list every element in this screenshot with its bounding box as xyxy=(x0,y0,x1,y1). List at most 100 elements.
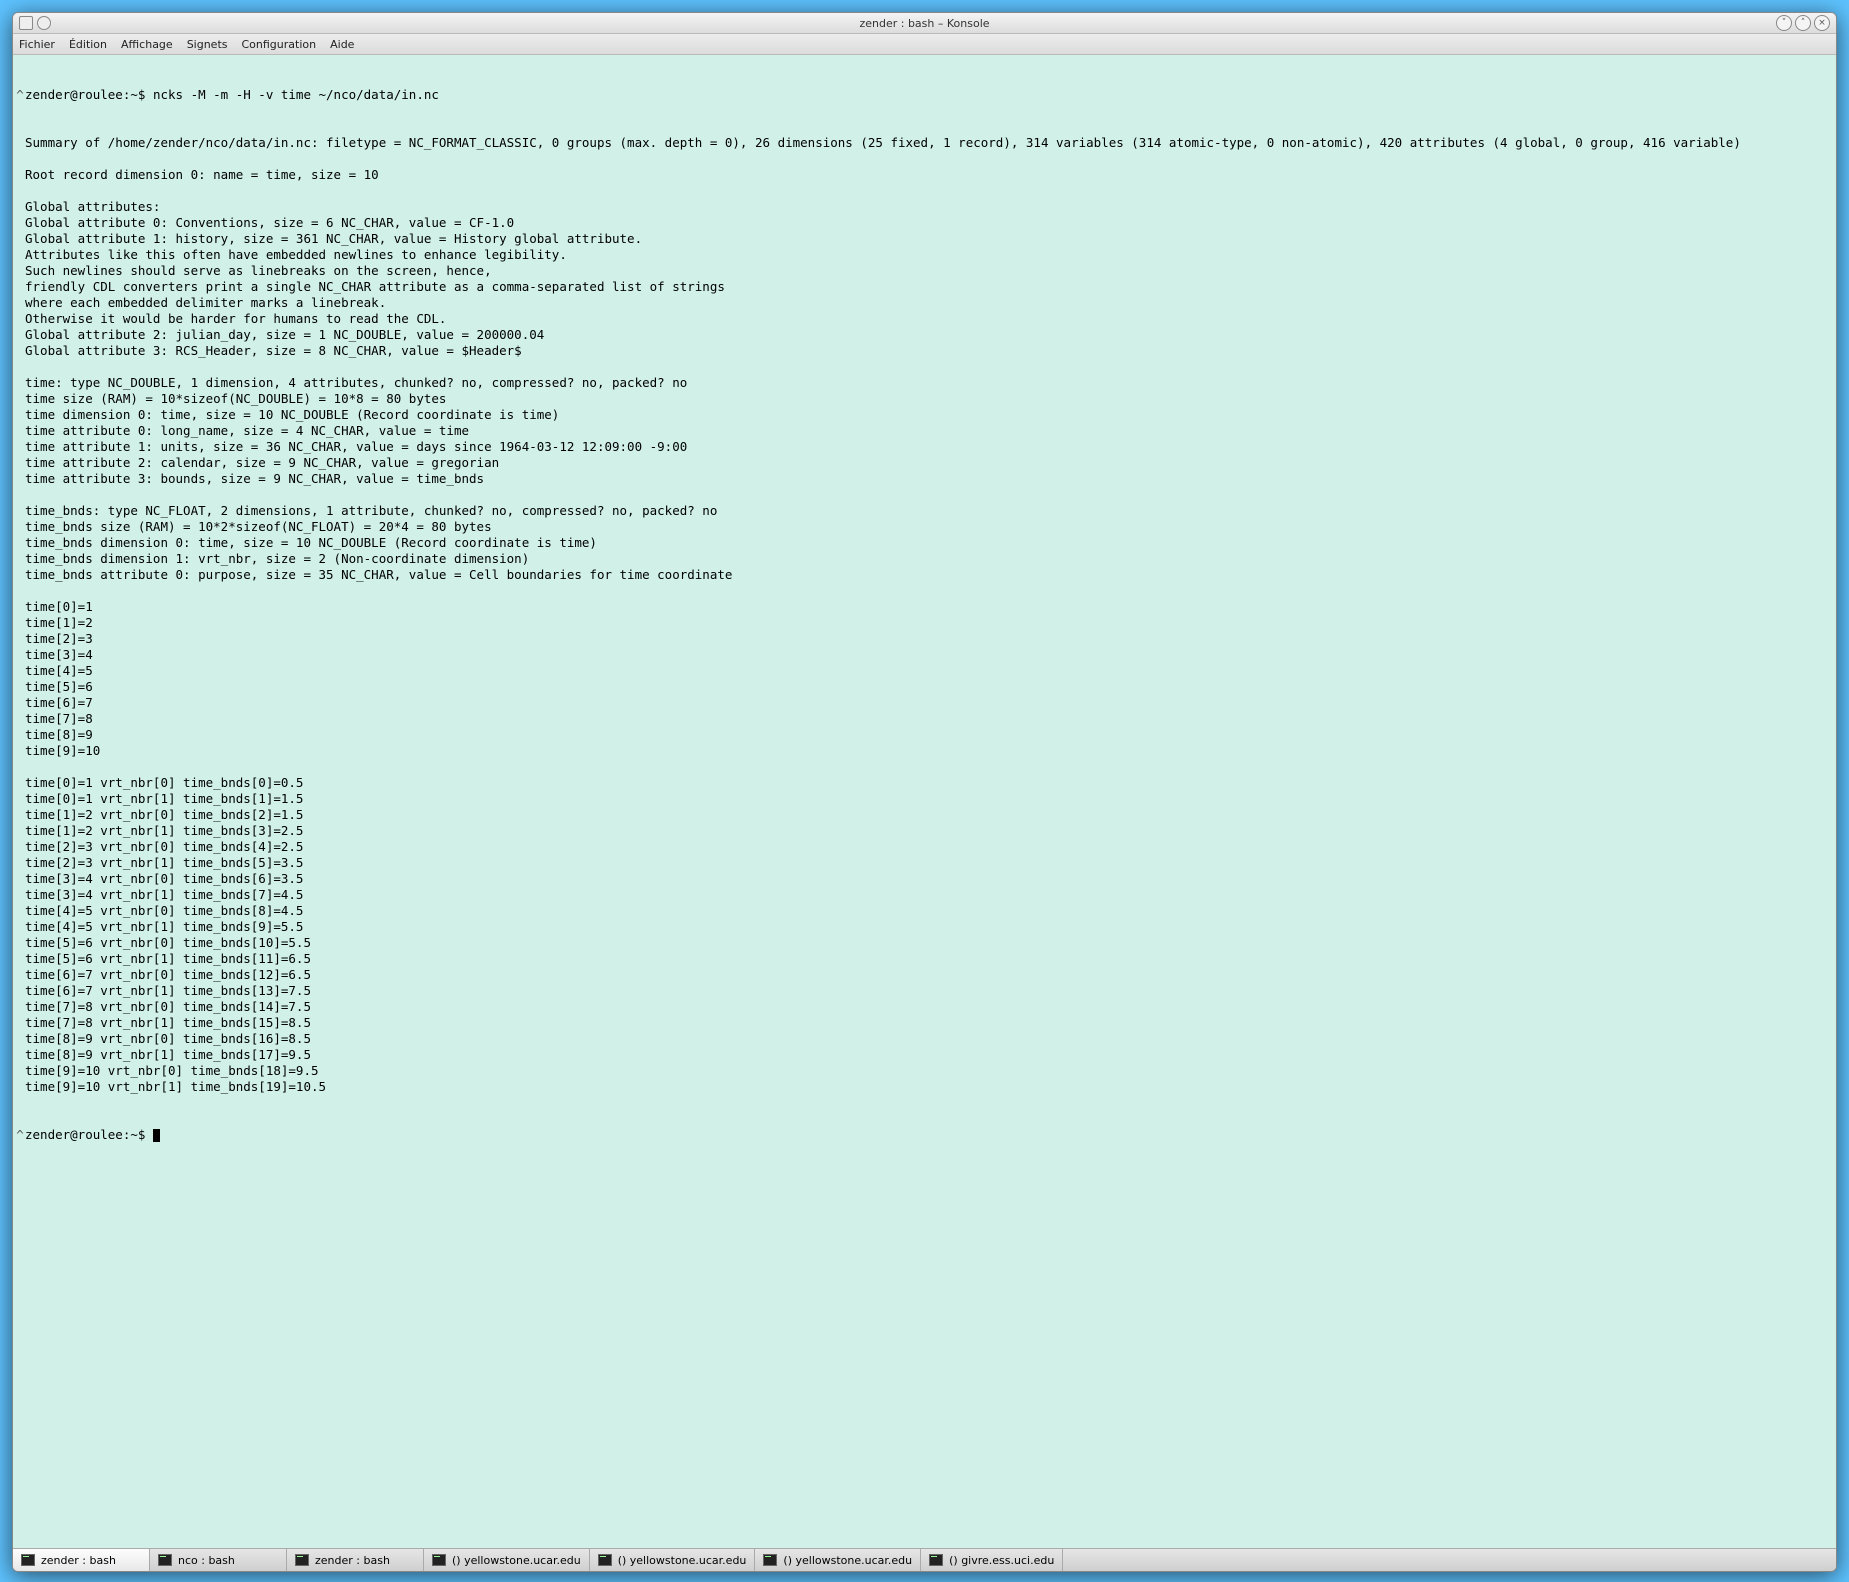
gutter-blank xyxy=(15,439,25,455)
terminal-text: time_bnds size (RAM) = 10*2*sizeof(NC_FL… xyxy=(25,519,492,534)
terminal-output-line: time_bnds: type NC_FLOAT, 2 dimensions, … xyxy=(15,503,1832,519)
tab-session-1[interactable]: zender : bash xyxy=(13,1549,150,1571)
gutter-blank xyxy=(15,407,25,423)
gutter-blank xyxy=(15,183,25,199)
gutter-blank xyxy=(15,855,25,871)
terminal-output-line: friendly CDL converters print a single N… xyxy=(15,279,1832,295)
tab-session-2[interactable]: nco : bash xyxy=(150,1549,287,1571)
terminal-text: Global attribute 0: Conventions, size = … xyxy=(25,215,514,230)
prompt-line-1: ^zender@roulee:~$ ncks -M -m -H -v time … xyxy=(15,87,1832,103)
gutter-blank xyxy=(15,455,25,471)
terminal-output-line: where each embedded delimiter marks a li… xyxy=(15,295,1832,311)
gutter-blank xyxy=(15,647,25,663)
tab-label: zender : bash xyxy=(315,1554,390,1567)
terminal-output-line: time[4]=5 xyxy=(15,663,1832,679)
terminal-output-line: time[0]=1 vrt_nbr[0] time_bnds[0]=0.5 xyxy=(15,775,1832,791)
menu-fichier[interactable]: Fichier xyxy=(19,38,55,51)
terminal-text: time[1]=2 vrt_nbr[0] time_bnds[2]=1.5 xyxy=(25,807,303,822)
tab-session-5[interactable]: () yellowstone.ucar.edu xyxy=(590,1549,756,1571)
menu-configuration[interactable]: Configuration xyxy=(242,38,317,51)
gutter-blank xyxy=(15,839,25,855)
maximize-button[interactable]: ˄ xyxy=(1795,15,1811,31)
gutter-blank xyxy=(15,967,25,983)
shell-prompt: zender@roulee:~$ xyxy=(25,1127,153,1142)
terminal-text: where each embedded delimiter marks a li… xyxy=(25,295,386,310)
menu-signets[interactable]: Signets xyxy=(187,38,228,51)
terminal-text: time_bnds: type NC_FLOAT, 2 dimensions, … xyxy=(25,503,717,518)
terminal-text: time[8]=9 xyxy=(25,727,93,742)
terminal-text: Global attributes: xyxy=(25,199,160,214)
gutter-blank xyxy=(15,247,25,263)
menu-edition[interactable]: Édition xyxy=(69,38,107,51)
terminal-text: Otherwise it would be harder for humans … xyxy=(25,311,446,326)
terminal-text: time attribute 2: calendar, size = 9 NC_… xyxy=(25,455,499,470)
terminal-output-line: Root record dimension 0: name = time, si… xyxy=(15,167,1832,183)
tab-session-3[interactable]: zender : bash xyxy=(287,1549,424,1571)
gutter-blank xyxy=(15,935,25,951)
terminal-output-line: time dimension 0: time, size = 10 NC_DOU… xyxy=(15,407,1832,423)
terminal-output-line: time attribute 3: bounds, size = 9 NC_CH… xyxy=(15,471,1832,487)
terminal-output-line: time[3]=4 xyxy=(15,647,1832,663)
gutter-blank xyxy=(15,759,25,775)
gutter-blank xyxy=(15,791,25,807)
terminal-text: time[2]=3 vrt_nbr[0] time_bnds[4]=2.5 xyxy=(25,839,303,854)
terminal-output-line: time[6]=7 xyxy=(15,695,1832,711)
titlebar[interactable]: zender : bash – Konsole ˅ ˄ × xyxy=(13,13,1836,34)
terminal-text: time[6]=7 xyxy=(25,695,93,710)
terminal-text: time attribute 1: units, size = 36 NC_CH… xyxy=(25,439,687,454)
terminal-output: Summary of /home/zender/nco/data/in.nc: … xyxy=(15,135,1832,1095)
tab-session-7[interactable]: () givre.ess.uci.edu xyxy=(921,1549,1063,1571)
gutter-blank xyxy=(15,599,25,615)
titlebar-left-icons xyxy=(13,16,51,30)
tab-label: () yellowstone.ucar.edu xyxy=(452,1554,581,1567)
gutter-blank xyxy=(15,615,25,631)
gutter-blank xyxy=(15,311,25,327)
terminal-text: time[0]=1 xyxy=(25,599,93,614)
terminal-text: time[3]=4 xyxy=(25,647,93,662)
terminal-text: time_bnds attribute 0: purpose, size = 3… xyxy=(25,567,732,582)
tab-label: zender : bash xyxy=(41,1554,116,1567)
close-button[interactable]: × xyxy=(1814,15,1830,31)
terminal-output-line: Global attribute 1: history, size = 361 … xyxy=(15,231,1832,247)
gutter-blank xyxy=(15,663,25,679)
terminal-output-line: time size (RAM) = 10*sizeof(NC_DOUBLE) =… xyxy=(15,391,1832,407)
gutter-blank xyxy=(15,807,25,823)
terminal-text: time[1]=2 xyxy=(25,615,93,630)
gutter-blank xyxy=(15,1031,25,1047)
gutter-blank xyxy=(15,279,25,295)
terminal[interactable]: ^zender@roulee:~$ ncks -M -m -H -v time … xyxy=(13,55,1836,1548)
gutter-blank xyxy=(15,871,25,887)
terminal-output-line: time attribute 2: calendar, size = 9 NC_… xyxy=(15,455,1832,471)
gutter-blank xyxy=(15,983,25,999)
terminal-output-line: time[6]=7 vrt_nbr[0] time_bnds[12]=6.5 xyxy=(15,967,1832,983)
gutter-blank xyxy=(15,919,25,935)
tab-label: nco : bash xyxy=(178,1554,235,1567)
terminal-text: Such newlines should serve as linebreaks… xyxy=(25,263,492,278)
terminal-text: time[0]=1 vrt_nbr[0] time_bnds[0]=0.5 xyxy=(25,775,303,790)
menu-affichage[interactable]: Affichage xyxy=(121,38,173,51)
tab-session-6[interactable]: () yellowstone.ucar.edu xyxy=(755,1549,921,1571)
terminal-icon xyxy=(929,1554,943,1566)
gutter-blank xyxy=(15,263,25,279)
tab-session-4[interactable]: () yellowstone.ucar.edu xyxy=(424,1549,590,1571)
terminal-output-line: Summary of /home/zender/nco/data/in.nc: … xyxy=(15,135,1832,151)
terminal-text: time[3]=4 vrt_nbr[0] time_bnds[6]=3.5 xyxy=(25,871,303,886)
window-title: zender : bash – Konsole xyxy=(13,17,1836,30)
terminal-text: time[6]=7 vrt_nbr[0] time_bnds[12]=6.5 xyxy=(25,967,311,982)
terminal-output-line: time[7]=8 xyxy=(15,711,1832,727)
terminal-text: time[4]=5 xyxy=(25,663,93,678)
terminal-text: time[4]=5 vrt_nbr[1] time_bnds[9]=5.5 xyxy=(25,919,303,934)
gutter-blank xyxy=(15,1015,25,1031)
terminal-output-line: Global attributes: xyxy=(15,199,1832,215)
gutter-blank xyxy=(15,775,25,791)
terminal-text: Root record dimension 0: name = time, si… xyxy=(25,167,379,182)
gutter-blank xyxy=(15,887,25,903)
shell-command: ncks -M -m -H -v time ~/nco/data/in.nc xyxy=(153,87,439,102)
terminal-output-line: time[7]=8 vrt_nbr[0] time_bnds[14]=7.5 xyxy=(15,999,1832,1015)
gutter-blank xyxy=(15,1063,25,1079)
shell-prompt: zender@roulee:~$ xyxy=(25,87,153,102)
minimize-button[interactable]: ˅ xyxy=(1776,15,1792,31)
terminal-text: time size (RAM) = 10*sizeof(NC_DOUBLE) =… xyxy=(25,391,446,406)
terminal-icon xyxy=(598,1554,612,1566)
menu-aide[interactable]: Aide xyxy=(330,38,354,51)
